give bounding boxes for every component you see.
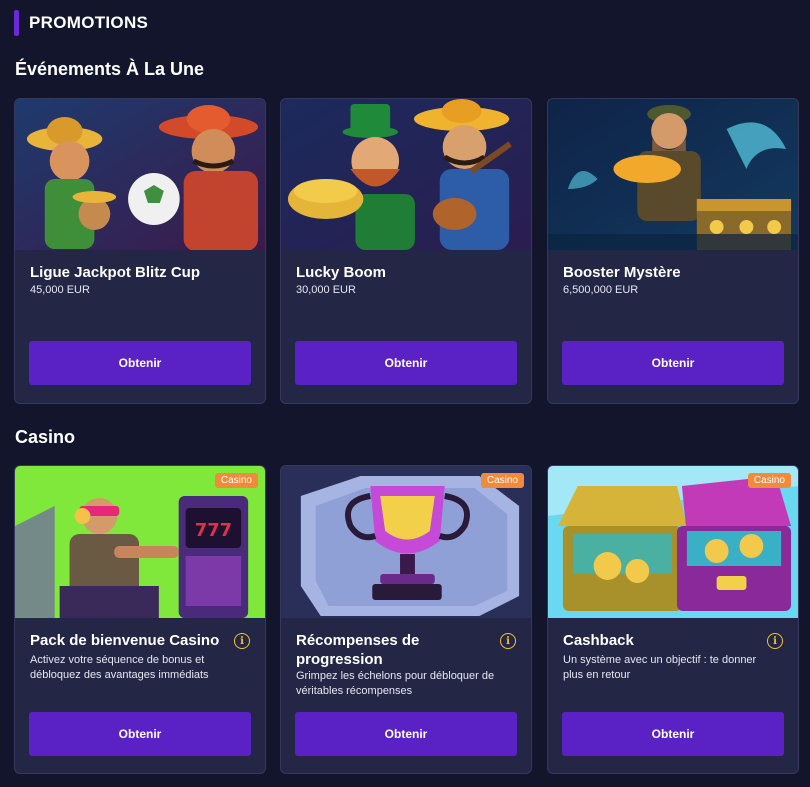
category-badge: Casino bbox=[214, 473, 258, 488]
category-badge: Casino bbox=[480, 473, 524, 488]
promo-title: Lucky Boom bbox=[296, 264, 387, 281]
obtain-button[interactable]: Obtenir bbox=[295, 712, 517, 756]
promo-card-booster-mystere[interactable]: Booster Mystère 6,500,000 EUR Obtenir bbox=[547, 98, 799, 404]
info-icon[interactable]: i bbox=[234, 633, 250, 649]
promo-amount: 30,000 EUR bbox=[296, 284, 356, 296]
promo-card-welcome-pack[interactable]: 777 Casino Pack de bienvenue Casino Acti… bbox=[14, 465, 266, 774]
promo-image-cashback: Casino bbox=[548, 466, 798, 618]
section-title-casino: Casino bbox=[15, 427, 76, 447]
promo-description: Un système avec un objectif : te donner … bbox=[563, 654, 757, 681]
category-badge: Casino bbox=[747, 473, 791, 488]
promo-image-lucky-boom bbox=[281, 99, 531, 250]
promo-title: Booster Mystère bbox=[563, 264, 681, 281]
section-title-featured: Événements À La Une bbox=[15, 59, 205, 79]
promo-amount: 45,000 EUR bbox=[30, 284, 90, 296]
promo-image-booster-mystere bbox=[548, 99, 798, 250]
info-icon[interactable]: i bbox=[767, 633, 783, 649]
promo-title: Récompenses de progression bbox=[296, 632, 420, 668]
promo-description: Grimpez les échelons pour débloquer de v… bbox=[296, 670, 495, 697]
obtain-button[interactable]: Obtenir bbox=[295, 341, 517, 385]
obtain-button[interactable]: Obtenir bbox=[562, 341, 784, 385]
promo-amount: 6,500,000 EUR bbox=[563, 284, 639, 296]
obtain-button[interactable]: Obtenir bbox=[29, 341, 251, 385]
promo-description: Activez votre séquence de bonus et déblo… bbox=[30, 654, 209, 681]
promo-title: Cashback bbox=[563, 632, 634, 649]
obtain-button[interactable]: Obtenir bbox=[29, 712, 251, 756]
promo-card-cashback[interactable]: Casino Cashback Un système avec un objec… bbox=[547, 465, 799, 774]
promo-card-progression[interactable]: Casino Récompenses de progression Grimpe… bbox=[280, 465, 532, 774]
promo-image-progression: Casino bbox=[281, 466, 531, 618]
obtain-button[interactable]: Obtenir bbox=[562, 712, 784, 756]
page-header: PROMOTIONS bbox=[14, 10, 148, 36]
promo-card-jackpot-blitz[interactable]: Ligue Jackpot Blitz Cup 45,000 EUR Obten… bbox=[14, 98, 266, 404]
page-title: PROMOTIONS bbox=[29, 13, 149, 32]
svg-text:777: 777 bbox=[195, 520, 232, 541]
promo-title: Pack de bienvenue Casino bbox=[30, 632, 220, 649]
promo-card-lucky-boom[interactable]: Lucky Boom 30,000 EUR Obtenir bbox=[280, 98, 532, 404]
promo-title: Ligue Jackpot Blitz Cup bbox=[30, 264, 201, 281]
promo-image-jackpot-blitz bbox=[15, 99, 265, 250]
promo-image-welcome-pack: 777 Casino bbox=[15, 466, 265, 618]
header-accent-bar bbox=[14, 10, 19, 36]
info-icon[interactable]: i bbox=[500, 633, 516, 649]
